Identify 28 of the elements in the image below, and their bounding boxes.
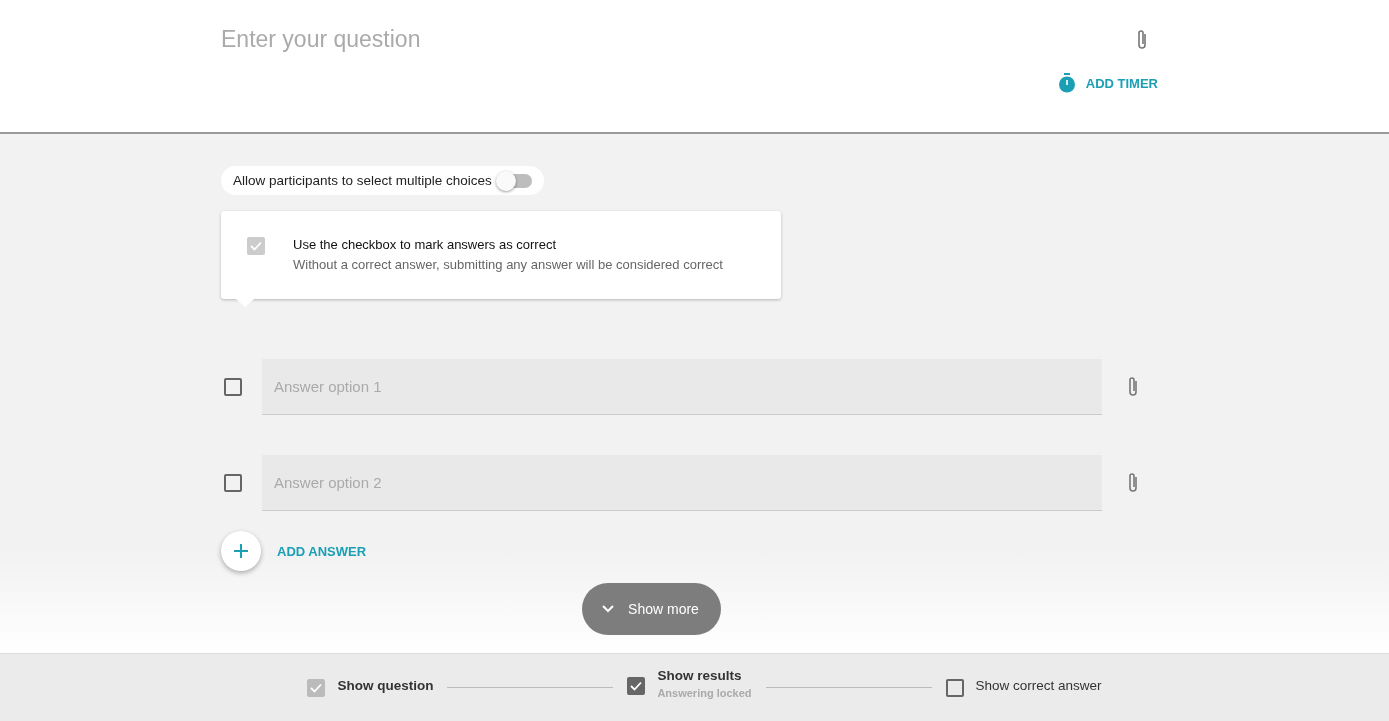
paperclip-icon[interactable] [1135,27,1149,52]
question-field[interactable]: Enter your question [221,26,821,53]
step-label: Show question [337,678,434,693]
checkbox[interactable] [945,679,964,697]
hint-title: Use the checkbox to mark answers as correct [293,237,557,252]
chevron-down-icon [602,605,615,613]
plus-icon [233,543,249,559]
stopwatch-icon [1057,73,1076,93]
step-label: Show results [657,668,743,683]
show-more-button[interactable]: Show more [582,583,721,635]
paperclip-icon[interactable] [1126,471,1140,495]
add-answer-button[interactable]: ADD ANSWER [277,543,367,559]
answer-field[interactable]: Answer option 1 [262,359,1102,415]
checkbox[interactable] [224,474,242,492]
hint-text: Without a correct answer, submitting any answer will be considered correct [293,257,723,272]
check-icon [630,681,643,691]
checkbox[interactable] [627,677,646,695]
check-icon [250,241,262,251]
checkbox[interactable] [224,378,242,396]
setting-label: Allow participants to select multiple choices [233,173,492,188]
add-timer-button[interactable]: ADD TIMER [1057,73,1161,93]
add-button[interactable] [221,531,261,571]
step-label: Show correct answer [975,678,1102,693]
step-sublabel: Answering locked [657,687,752,699]
answer-field[interactable]: Answer option 2 [262,455,1102,511]
toggle-switch[interactable] [499,173,532,188]
check-icon [310,683,323,693]
paperclip-icon[interactable] [1126,375,1140,399]
